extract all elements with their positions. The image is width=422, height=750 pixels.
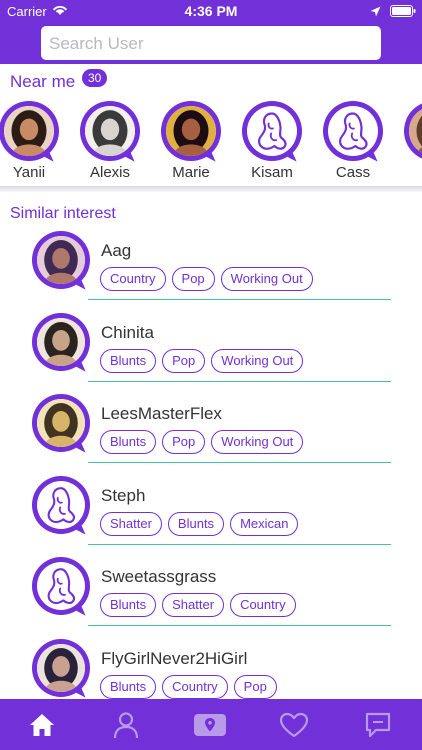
user-row[interactable]: Sweetassgrass Blunts Shatter Country [0, 557, 422, 639]
interest-tag[interactable]: Country [230, 593, 296, 617]
search-placeholder: Search User [49, 34, 144, 53]
interest-tag[interactable]: Country [100, 267, 166, 291]
interest-tag[interactable]: Pop [233, 674, 277, 699]
avatar[interactable] [32, 394, 91, 453]
avatar-photo [166, 106, 216, 156]
interest-tag[interactable]: Shatter [100, 511, 162, 536]
interest-tag[interactable]: Country [162, 674, 228, 699]
profile-icon [113, 711, 139, 739]
tab-profile[interactable] [84, 699, 168, 750]
interest-tag[interactable]: Working Out [211, 430, 304, 454]
tab-heart[interactable] [252, 699, 336, 750]
interest-tag[interactable]: Pop [162, 430, 206, 454]
interest-tags: Blunts Pop Working Out [100, 430, 304, 454]
status-time: 4:36 PM [184, 3, 238, 19]
home-icon [28, 712, 56, 738]
tab-map-pin[interactable] [168, 699, 252, 750]
row-separator [88, 299, 391, 300]
interest-tags: Blunts Country Pop [100, 674, 277, 699]
near-me-count-badge: 30 [82, 69, 108, 87]
interest-tag[interactable]: Blunts [167, 511, 225, 536]
section-divider [0, 186, 422, 192]
header: Carrier 4:36 PM Search User [0, 0, 422, 64]
map-pin-icon [193, 713, 227, 737]
row-separator [88, 625, 391, 626]
avatar-photo [37, 399, 85, 447]
avatar[interactable] [0, 101, 60, 162]
interest-tag[interactable]: Mexican [230, 511, 299, 536]
user-name: Sweetassgrass [101, 567, 217, 586]
tab-home[interactable] [0, 699, 84, 750]
row-separator [88, 543, 391, 545]
interest-tag[interactable]: Blunts [100, 593, 157, 617]
user-row[interactable]: Steph Shatter Blunts Mexican [0, 475, 422, 558]
avatar-photo [4, 106, 54, 156]
avatar[interactable] [32, 475, 91, 535]
location-arrow-icon [370, 5, 381, 20]
near-me-user-name: Marie [172, 164, 210, 181]
avatar[interactable] [80, 101, 141, 162]
user-name: FlyGirlNever2HiGirl [101, 648, 248, 668]
default-avatar-icon [328, 106, 378, 156]
user-row[interactable]: LeesMasterFlex Blunts Pop Working Out [0, 394, 422, 476]
near-me-list[interactable]: Yanii Alexis Marie Kisam Cass Ma [0, 98, 422, 186]
interest-tags: Blunts Pop Working Out [100, 348, 304, 373]
interest-tag[interactable]: Working Out [220, 267, 313, 291]
avatar[interactable] [242, 101, 303, 162]
avatar-photo [37, 236, 85, 284]
interest-tag[interactable]: Blunts [100, 430, 157, 454]
avatar-photo [37, 317, 85, 366]
user-name: Chinita [101, 322, 154, 342]
row-separator [88, 462, 391, 463]
user-row[interactable]: Aag Country Pop Working Out [0, 231, 422, 313]
avatar[interactable] [404, 101, 422, 161]
near-me-user-name: Ma [391, 164, 422, 181]
heart-icon [279, 712, 309, 738]
tab-bar [0, 699, 422, 750]
status-bar: Carrier 4:36 PM [0, 0, 422, 22]
user-name: Steph [101, 485, 146, 505]
interest-tag[interactable]: Pop [171, 267, 215, 291]
user-row[interactable]: Chinita Blunts Pop Working Out [0, 312, 422, 395]
interest-tag[interactable]: Working Out [211, 348, 304, 373]
avatar[interactable] [32, 638, 91, 698]
interest-tags: Shatter Blunts Mexican [100, 511, 299, 536]
interest-tags: Blunts Shatter Country [100, 593, 296, 617]
chat-icon [364, 711, 392, 739]
interest-tag[interactable]: Blunts [100, 674, 157, 699]
avatar[interactable] [32, 557, 91, 616]
avatar-photo [37, 643, 85, 692]
near-me-user-name: Yanii [12, 164, 46, 181]
avatar[interactable] [161, 101, 222, 162]
interest-tag[interactable]: Blunts [100, 348, 157, 373]
avatar-photo [85, 106, 135, 156]
interest-tags: Country Pop Working Out [100, 267, 313, 291]
near-me-user-name: Cass [335, 164, 371, 181]
similar-interest-title: Similar interest [10, 205, 116, 222]
row-separator [88, 380, 391, 382]
tab-chat[interactable] [336, 699, 420, 750]
user-name: LeesMasterFlex [101, 404, 222, 423]
user-name: Aag [101, 241, 132, 260]
default-avatar-icon [37, 480, 85, 529]
avatar[interactable] [323, 101, 384, 162]
search-input[interactable]: Search User [41, 26, 381, 60]
near-me-title: Near me [10, 72, 76, 91]
interest-tag[interactable]: Pop [162, 348, 206, 373]
default-avatar-icon [37, 562, 85, 610]
near-me-user-name: Kisam [251, 164, 293, 181]
default-avatar-icon [247, 106, 297, 156]
interest-tag[interactable]: Shatter [162, 593, 225, 617]
near-me-user-name: Alexis [89, 164, 130, 181]
avatar[interactable] [32, 231, 91, 290]
battery-icon [390, 5, 416, 20]
avatar[interactable] [32, 312, 91, 372]
